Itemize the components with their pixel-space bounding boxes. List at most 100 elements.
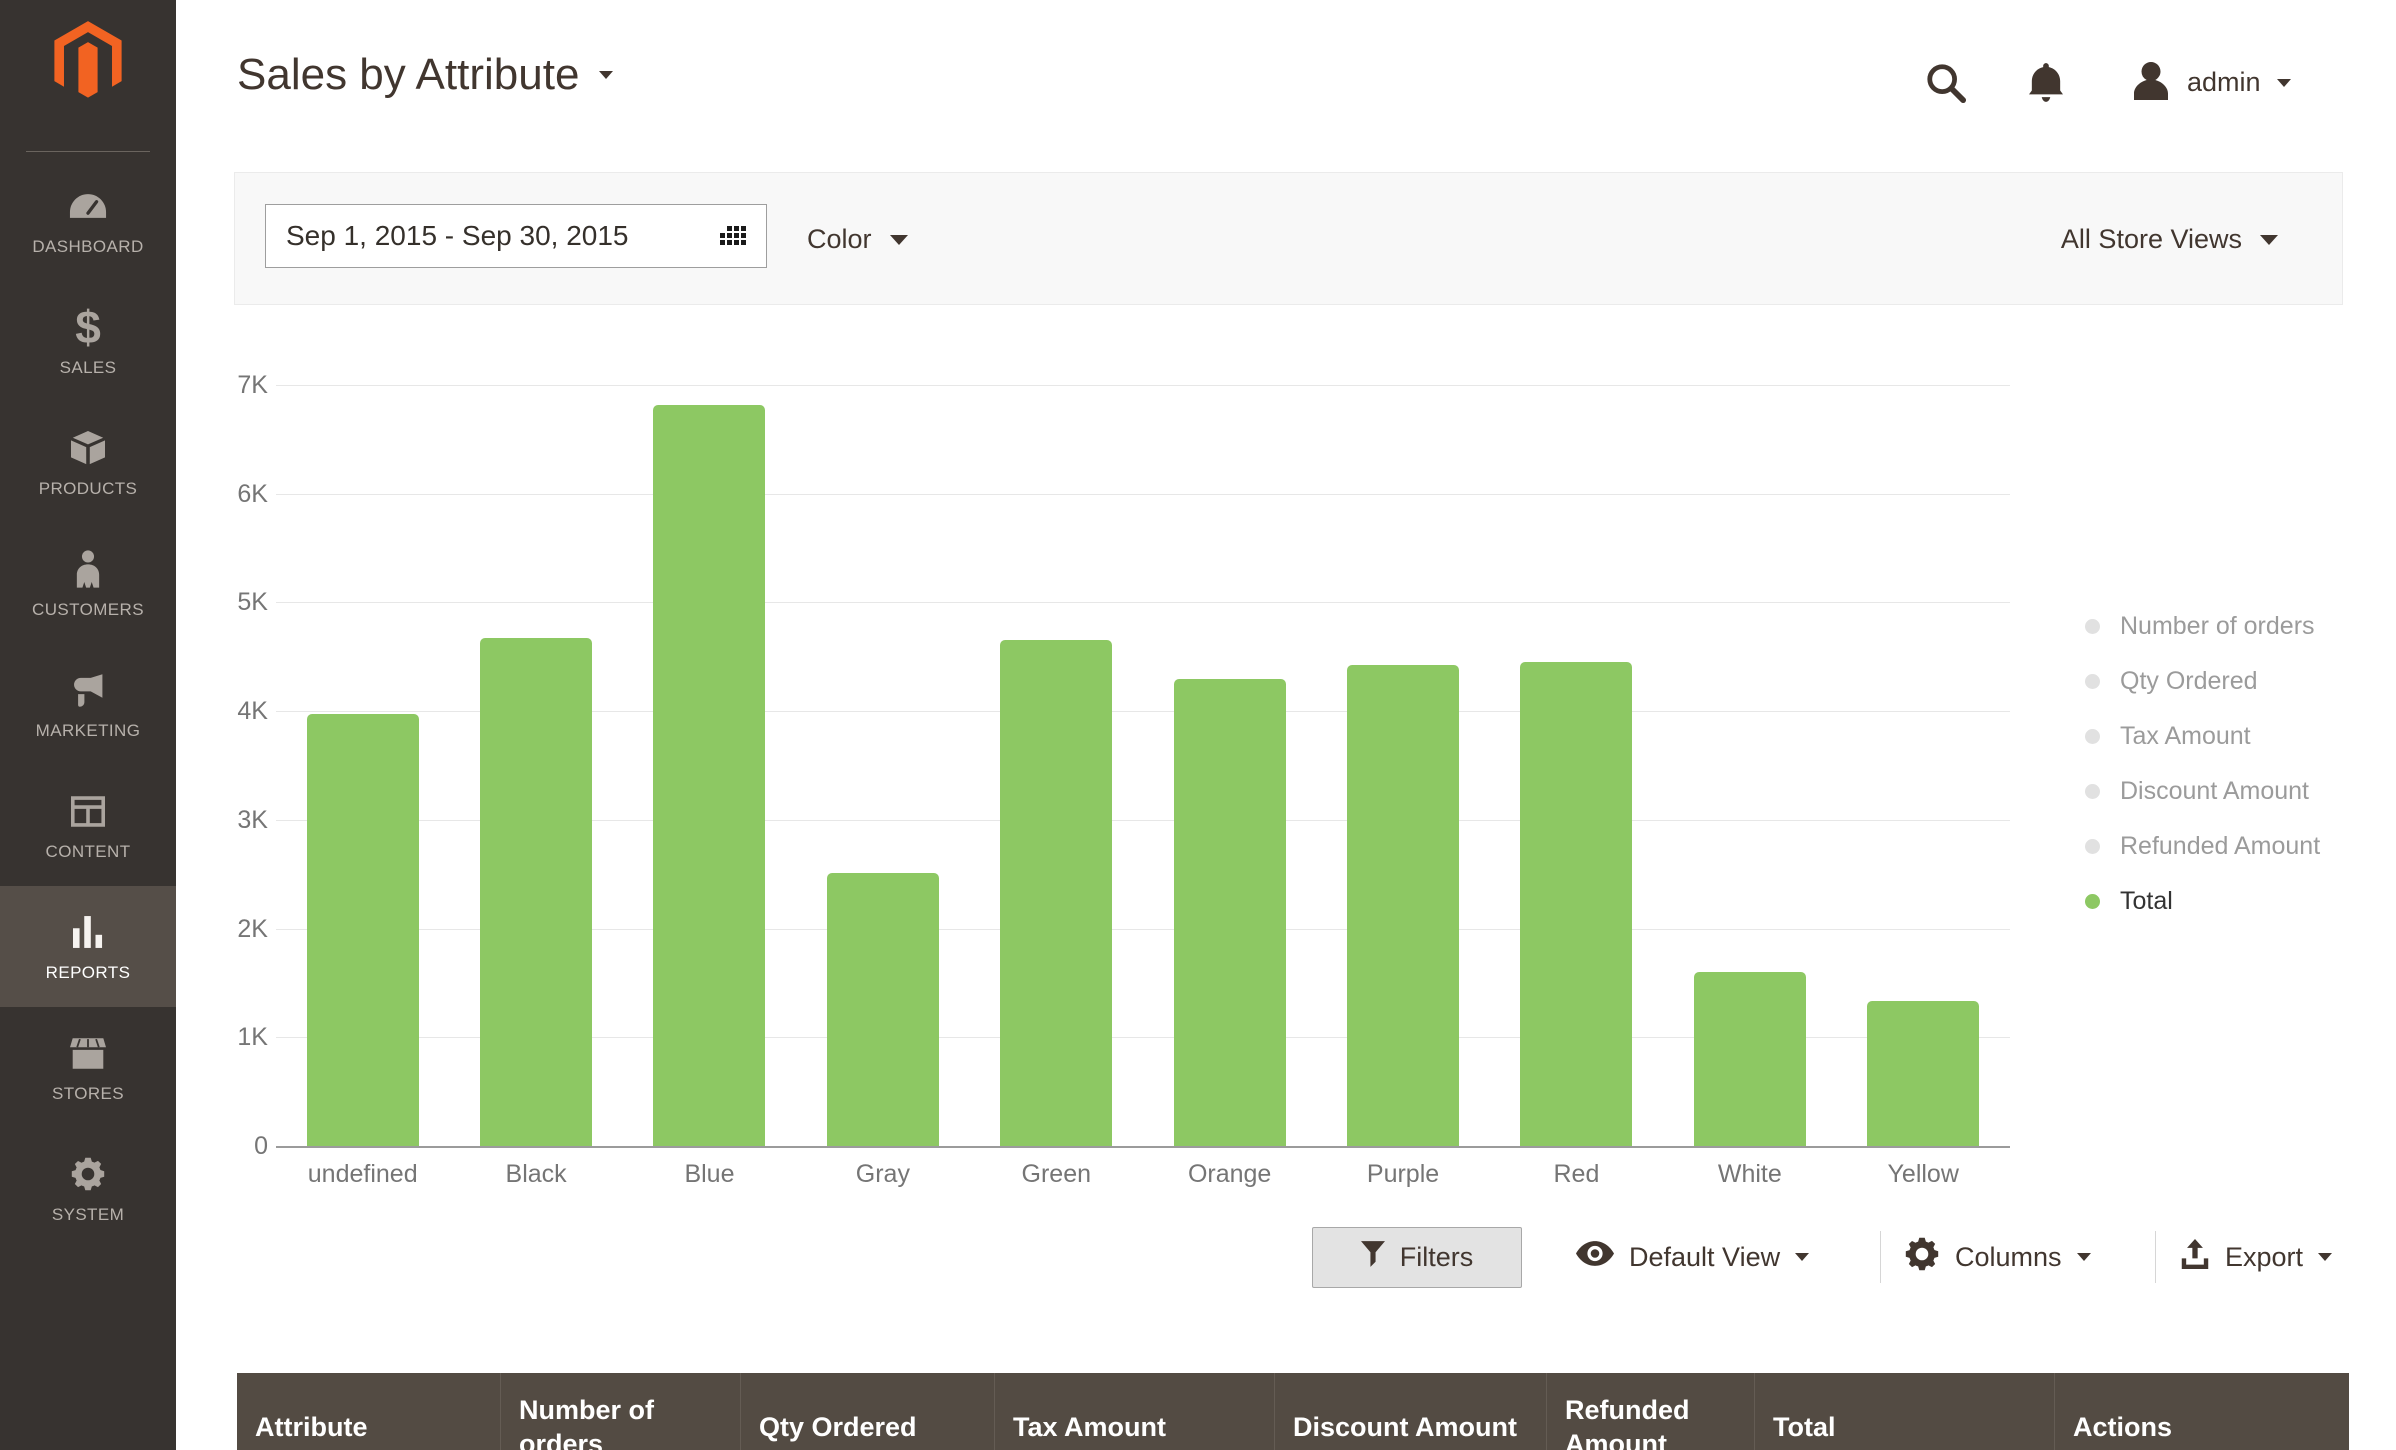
x-axis-label-yellow: Yellow [1837, 1160, 2010, 1189]
attribute-dropdown[interactable]: Color [807, 173, 908, 306]
y-axis-label: 2K [180, 914, 268, 944]
content-icon [71, 789, 105, 833]
column-header-label: Qty Ordered [759, 1411, 917, 1445]
sidebar-item-dashboard[interactable]: DASHBOARD [0, 160, 176, 281]
column-header-label: Actions [2073, 1411, 2172, 1445]
page-title: Sales by Attribute [237, 50, 613, 100]
y-axis-label: 1K [180, 1022, 268, 1052]
magento-admin-page: DASHBOARD $SALES PRODUCTS CUSTOMERS MARKETIN… [0, 0, 2396, 1450]
legend-item-discount-amount[interactable]: Discount Amount [2085, 777, 2320, 806]
sidebar-item-label: STORES [52, 1084, 124, 1104]
bar-gray[interactable] [827, 873, 939, 1146]
filters-button[interactable]: Filters [1312, 1227, 1522, 1288]
bar-green[interactable] [1000, 640, 1112, 1146]
legend-label: Discount Amount [2120, 777, 2309, 806]
column-header-number-of-orders[interactable]: Number of orders [501, 1373, 741, 1450]
x-axis-label-white: White [1663, 1160, 1836, 1189]
column-header-qty-ordered[interactable]: Qty Ordered [741, 1373, 995, 1450]
y-axis-label: 4K [180, 696, 268, 726]
legend-dot-icon [2085, 839, 2100, 854]
admin-account-menu[interactable]: admin [2131, 60, 2291, 105]
funnel-icon [1361, 1241, 1385, 1274]
x-axis-label-gray: Gray [796, 1160, 969, 1189]
column-header-label: Total [1773, 1411, 1836, 1445]
user-icon [2131, 60, 2171, 105]
x-axis-label-blue: Blue [623, 1160, 796, 1189]
bar-purple[interactable] [1347, 665, 1459, 1146]
legend-label: Refunded Amount [2120, 832, 2320, 861]
column-header-actions[interactable]: Actions [2055, 1373, 2349, 1450]
sidebar-item-reports[interactable]: REPORTS [0, 886, 176, 1007]
legend-item-qty-ordered[interactable]: Qty Ordered [2085, 667, 2320, 696]
legend-item-total[interactable]: Total [2085, 887, 2320, 916]
bar-white[interactable] [1694, 972, 1806, 1146]
column-header-label: Discount Amount [1293, 1411, 1517, 1445]
toolbar-separator [2155, 1231, 2156, 1283]
sidebar-item-products[interactable]: PRODUCTS [0, 402, 176, 523]
system-icon [70, 1152, 106, 1196]
x-axis-label-green: Green [970, 1160, 1143, 1189]
column-header-refunded-amount[interactable]: Refunded Amount [1547, 1373, 1755, 1450]
column-header-label: Tax Amount [1013, 1411, 1166, 1445]
legend-item-number-of-orders[interactable]: Number of orders [2085, 612, 2320, 641]
magento-logo-icon[interactable] [53, 20, 123, 102]
column-header-total[interactable]: Total [1755, 1373, 2055, 1450]
legend-label: Total [2120, 887, 2173, 916]
legend-dot-icon [2085, 619, 2100, 634]
bar-red[interactable] [1520, 662, 1632, 1146]
bar-undefined[interactable] [307, 714, 419, 1146]
gear-icon [1904, 1236, 1940, 1279]
legend-item-refunded-amount[interactable]: Refunded Amount [2085, 832, 2320, 861]
y-axis-label: 6K [180, 479, 268, 509]
products-icon [70, 426, 106, 470]
chart-legend: Number of orders Qty Ordered Tax Amount Dis… [2085, 612, 2320, 916]
sidebar-item-label: MARKETING [36, 721, 141, 741]
y-axis-label: 5K [180, 587, 268, 617]
sidebar-item-label: PRODUCTS [39, 479, 138, 499]
chevron-down-icon [2077, 1253, 2091, 1261]
sidebar-item-customers[interactable]: CUSTOMERS [0, 523, 176, 644]
column-header-tax-amount[interactable]: Tax Amount [995, 1373, 1275, 1450]
sidebar-item-content[interactable]: CONTENT [0, 765, 176, 886]
toolbar-separator [1880, 1231, 1881, 1283]
sidebar-item-label: CONTENT [46, 842, 131, 862]
page-title-text: Sales by Attribute [237, 50, 579, 100]
grid-toolbar: Filters Default View Columns [0, 1222, 2396, 1292]
bar-blue[interactable] [653, 405, 765, 1146]
columns-dropdown[interactable]: Columns [1904, 1222, 2091, 1292]
legend-label: Qty Ordered [2120, 667, 2258, 696]
bar-black[interactable] [480, 638, 592, 1146]
sidebar-nav: DASHBOARD $SALES PRODUCTS CUSTOMERS MARKETIN… [0, 160, 176, 1249]
bar-orange[interactable] [1174, 679, 1286, 1146]
legend-dot-icon [2085, 674, 2100, 689]
sidebar-item-label: REPORTS [46, 963, 131, 983]
store-view-value: All Store Views [2061, 224, 2242, 255]
filters-button-label: Filters [1400, 1242, 1474, 1273]
default-view-dropdown[interactable]: Default View [1576, 1222, 1809, 1292]
date-range-input[interactable]: Sep 1, 2015 - Sep 30, 2015 [265, 204, 767, 268]
store-view-dropdown[interactable]: All Store Views [2061, 173, 2278, 306]
eye-icon [1576, 1241, 1614, 1273]
legend-dot-icon [2085, 729, 2100, 744]
column-header-attribute[interactable]: Attribute [237, 1373, 501, 1450]
search-icon[interactable] [1925, 62, 1967, 104]
legend-label: Number of orders [2120, 612, 2315, 641]
calendar-icon[interactable] [720, 220, 746, 252]
sidebar-item-sales[interactable]: $SALES [0, 281, 176, 402]
title-caret-icon[interactable] [599, 71, 613, 79]
report-table-header: Attribute Number of orders Qty Ordered Tax … [237, 1373, 2349, 1450]
notifications-bell-icon[interactable] [2029, 63, 2063, 103]
sidebar-item-label: DASHBOARD [32, 237, 143, 257]
column-header-label: Attribute [255, 1411, 367, 1445]
reports-icon [73, 910, 103, 954]
stores-icon [70, 1031, 106, 1075]
export-dropdown[interactable]: Export [2180, 1222, 2332, 1292]
y-axis-label: 0 [180, 1131, 268, 1161]
sidebar-item-stores[interactable]: STORES [0, 1007, 176, 1128]
sidebar-item-marketing[interactable]: MARKETING [0, 644, 176, 765]
bar-yellow[interactable] [1867, 1001, 1979, 1146]
column-header-discount-amount[interactable]: Discount Amount [1275, 1373, 1547, 1450]
x-axis-label-undefined: undefined [276, 1160, 449, 1189]
chevron-down-icon [890, 235, 908, 245]
legend-item-tax-amount[interactable]: Tax Amount [2085, 722, 2320, 751]
